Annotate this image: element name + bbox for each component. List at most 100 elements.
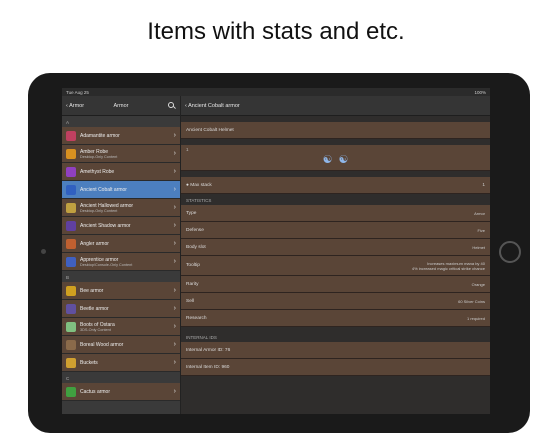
internal-id-label: Internal Item ID: 960 [186,364,230,370]
list-item-subtitle: 3DS-Only Content [80,327,111,332]
list-item-name: Ancient Shadow armor [80,222,131,229]
list-item[interactable]: Ancient Hallowed armor Desktop-Only Conte… [62,199,180,217]
helmet-icon-alt: ☯ [338,154,349,166]
armor-icon [66,357,76,368]
chevron-right-icon: › [173,341,176,348]
stats-header: STATISTICS [186,198,212,203]
list-item[interactable]: Ancient Shadow armor › [62,217,180,235]
stat-label: Rarity [186,281,199,287]
list-item[interactable]: Ancient Cobalt armor › [62,181,180,199]
headline: Items with stats and etc. [147,18,405,45]
list-item[interactable]: Beetle armor › [62,300,180,318]
home-button[interactable] [499,241,521,263]
stat-label: Body slot [186,244,206,250]
list-item[interactable]: Amber Robe Desktop-Only Content › [62,145,180,163]
list-item-name: Buckets [80,359,98,366]
images-label: 1 [186,147,189,152]
stat-row: Research 1 required [181,310,490,327]
chevron-right-icon: › [173,132,176,139]
list-item[interactable]: Boreal Wood armor › [62,336,180,354]
armor-icon [66,220,76,231]
detail-back-button[interactable]: ‹ Ancient Cobalt armor [185,103,240,109]
armor-icon [66,303,76,314]
stat-row: Rarity Orange [181,276,490,293]
list-item-name: Bee armor [80,287,104,294]
list-item-name: Ancient Cobalt armor [80,186,127,193]
list-item[interactable]: Angler armor › [62,235,180,253]
chevron-right-icon: › [173,186,176,193]
list-item[interactable]: Adamantite armor › [62,127,180,145]
internal-id-row: Internal Item ID: 960 [181,359,490,376]
list-item[interactable]: Boots of Ostara 3DS-Only Content › [62,318,180,336]
stat-label: Type [186,210,197,216]
chevron-right-icon: › [173,359,176,366]
list-item-name: Adamantite armor [80,132,120,139]
list-item-name: Boreal Wood armor [80,341,124,348]
section-header-b: B [66,275,70,280]
list-item[interactable]: Amethyst Robe › [62,163,180,181]
max-stack-row: ● Max stack 1 [181,177,490,194]
stat-label: Research [186,315,207,321]
detail-navbar: ‹ Ancient Cobalt armor [181,96,490,116]
front-camera [41,249,46,254]
armor-icon [66,130,76,141]
stat-row: Tooltip Increases maximum mana by 40 4% in… [181,256,490,276]
list-item-name: Angler armor [80,240,109,247]
sidebar: ‹ Armor Armor A Adamantite armor › Amber Ro… [62,96,180,414]
images-row: 1 ☯ ☯ [181,145,490,171]
stat-label: Sell [186,298,194,304]
detail-pane: ‹ Ancient Cobalt armor Ancient Cobalt He… [180,96,490,414]
internal-id-label: Internal Armor ID: 76 [186,347,231,353]
list-item[interactable]: Apprentice armor Desktop/Console-Only Con… [62,253,180,271]
stat-value: Helmet [472,244,485,250]
stat-value: 1 required [466,315,485,321]
stat-label: Defense [186,227,204,233]
list-item-name: Amethyst Robe [80,168,115,175]
app-screen: Tue Aug 25 100% ‹ Armor Armor A Adamantit… [62,88,490,414]
helmet-icon: ☯ [322,154,333,166]
search-icon[interactable] [168,102,174,108]
stats-list: Type Armor Defense Five Body slot Helmet Toolt… [181,205,490,327]
list-item-subtitle: Desktop-Only Content [80,154,118,159]
list-item[interactable]: Buckets › [62,354,180,372]
internal-id-row: Internal Armor ID: 76 [181,342,490,359]
armor-icon [66,166,76,177]
stat-label: Tooltip [186,263,200,268]
stat-row: Defense Five [181,222,490,239]
list-item[interactable]: Bee armor › [62,282,180,300]
sidebar-navbar: ‹ Armor Armor [62,96,180,116]
list-item-name: Cactus armor [80,388,111,395]
chevron-right-icon: › [173,240,176,247]
list-item[interactable]: Cactus armor › [62,383,180,401]
chevron-right-icon: › [173,323,176,330]
internal-ids-list: Internal Armor ID: 76 Internal Item ID: 9… [181,342,490,376]
chevron-right-icon: › [173,204,176,211]
status-date: Tue Aug 25 [66,90,89,95]
back-button[interactable]: ‹ Armor [66,103,84,109]
item-name: Ancient Cobalt Helmet [186,127,234,133]
chevron-right-icon: › [173,287,176,294]
internal-header: INTERNAL IDS [186,335,217,340]
chevron-right-icon: › [173,305,176,312]
max-stack-value: 1 [482,182,485,188]
stat-row: Body slot Helmet [181,239,490,256]
detail-back-label: Ancient Cobalt armor [188,102,240,109]
chevron-right-icon: › [173,150,176,157]
armor-icon [66,148,76,159]
armor-icon [66,202,76,213]
armor-icon [66,184,76,195]
stat-row: Sell 60 Silver Coins [181,293,490,310]
max-stack-label: ● Max stack [186,182,212,188]
chevron-right-icon: › [173,388,176,395]
list-item-subtitle: Desktop-Only Content [80,208,118,213]
chevron-right-icon: › [173,258,176,265]
status-bar: Tue Aug 25 100% [62,88,490,96]
list-item-name: Beetle armor [80,305,109,312]
status-battery: 100% [474,90,486,95]
stat-value: Increases maximum mana by 40 4% increased… [411,260,485,271]
section-header-a: A [66,120,70,125]
stat-value: 60 Silver Coins [458,298,485,304]
armor-icon [66,256,76,267]
back-label: Armor [69,102,85,109]
armor-list: A Adamantite armor › Amber Robe Desktop-Only… [62,116,180,401]
